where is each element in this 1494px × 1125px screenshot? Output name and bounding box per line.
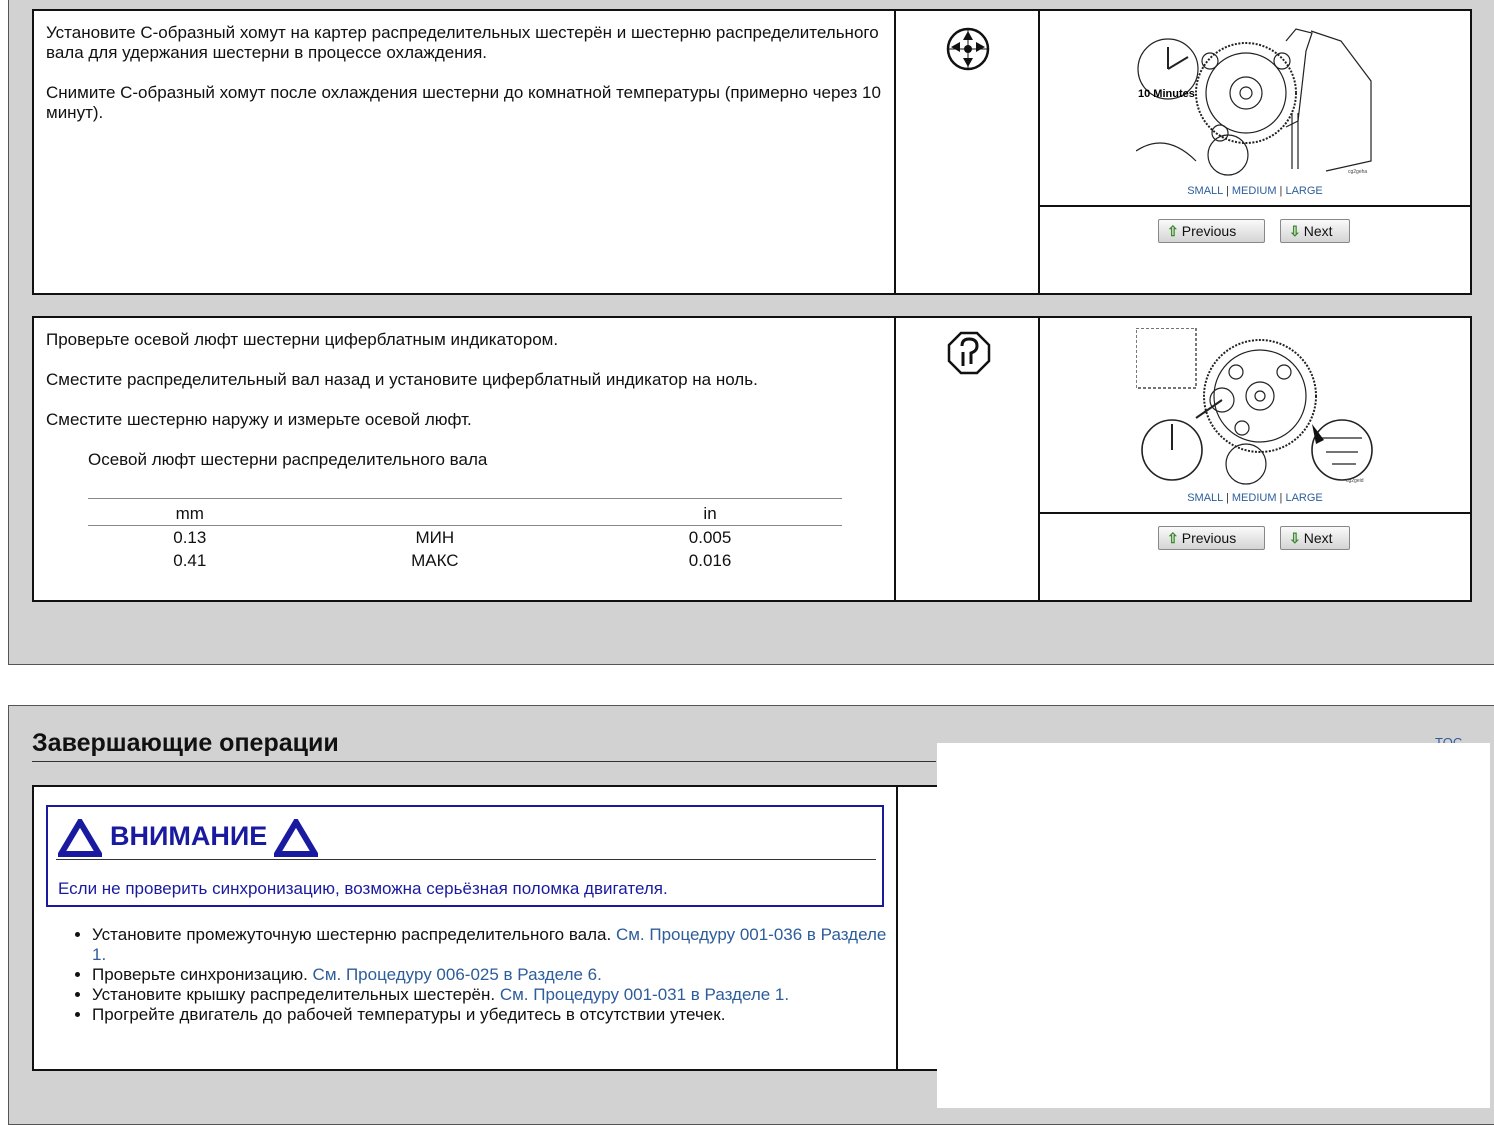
size-large-link[interactable]: LARGE [1285, 492, 1322, 504]
spec-header-blank [291, 498, 579, 526]
item-text: Установите крышку распределительных шест… [92, 985, 500, 1004]
procedure-link[interactable]: См. Процедуру 001-031 в Разделе 1. [500, 985, 789, 1004]
spec-cell: 0.016 [688, 551, 732, 570]
size-medium-link[interactable]: MEDIUM [1232, 492, 1277, 504]
step-icon-column [896, 318, 1040, 600]
procedure-step-1: Установите С-образный хомут на картер ра… [32, 9, 1472, 295]
size-medium-link[interactable]: MEDIUM [1232, 185, 1277, 197]
dial-indicator-illustration[interactable]: cg2geid [1136, 328, 1376, 486]
step-image-column: cg2geid SMALL | MEDIUM | LARGE ⇧ Previous… [1040, 318, 1470, 600]
separator: | [1225, 492, 1229, 504]
previous-button[interactable]: ⇧ Previous [1158, 526, 1265, 550]
gear-clamp-illustration[interactable]: 10 Minutes cg2geha [1136, 21, 1376, 179]
spec-title: Осевой люфт шестерни распределительного … [88, 450, 488, 469]
spec-cell: МИН [415, 528, 455, 547]
next-button[interactable]: ⇩ Next [1280, 219, 1350, 243]
list-item: Проверьте синхронизацию. См. Процедуру 0… [92, 965, 892, 985]
illustration-label: 10 Minutes [1138, 88, 1195, 100]
step-icon-column [896, 11, 1040, 293]
spec-header-in: in [578, 498, 842, 526]
size-small-link[interactable]: SMALL [1187, 185, 1223, 197]
step-text-column: Установите С-образный хомут на картер ра… [34, 11, 896, 293]
step-text-column: Проверьте осевой люфт шестерни циферблат… [34, 318, 896, 600]
step-instruction: Сместите шестерню наружу и измерьте осев… [46, 410, 472, 429]
spec-cell: 0.005 [688, 528, 732, 547]
step-instruction: Установите С-образный хомут на картер ра… [46, 23, 879, 62]
separator: | [1225, 185, 1229, 197]
previous-label: Previous [1181, 530, 1237, 546]
image-size-links: SMALL | MEDIUM | LARGE [1040, 492, 1470, 504]
parts-wheel-icon [946, 27, 990, 71]
blank-overlay [937, 743, 1490, 1108]
step-illustration-area: 10 Minutes cg2geha SMALL | MEDIUM | LARG… [1040, 11, 1470, 207]
spec-cell: МАКС [411, 551, 459, 570]
up-arrow-icon: ⇧ [1167, 223, 1179, 239]
warning-triangle-icon [58, 819, 102, 857]
step-instruction: Проверьте осевой люфт шестерни циферблат… [46, 330, 559, 349]
illustration-code: cg2geha [1348, 169, 1367, 175]
inspect-icon [947, 331, 991, 375]
illustration-code: cg2geid [1346, 478, 1364, 484]
finishing-step: ВНИМАНИЕ Если не проверить синхронизацию… [32, 785, 1032, 1071]
spec-cell: 0.41 [173, 551, 207, 570]
step-instruction: Сместите распределительный вал назад и у… [46, 370, 758, 389]
size-large-link[interactable]: LARGE [1285, 185, 1322, 197]
warning-header: ВНИМАНИЕ [56, 815, 876, 860]
previous-button[interactable]: ⇧ Previous [1158, 219, 1265, 243]
warning-box: ВНИМАНИЕ Если не проверить синхронизацию… [46, 805, 884, 907]
step-image-column: 10 Minutes cg2geha SMALL | MEDIUM | LARG… [1040, 11, 1470, 293]
spec-table: mm in 0.13 МИН 0.005 0.41 МАКС 0.016 [88, 498, 842, 572]
finishing-text-column: ВНИМАНИЕ Если не проверить синхронизацию… [34, 787, 898, 1069]
procedure-step-2: Проверьте осевой люфт шестерни циферблат… [32, 316, 1472, 602]
item-text: Проверьте синхронизацию. [92, 965, 313, 984]
spec-header-row: mm in [88, 498, 842, 526]
list-item: Прогрейте двигатель до рабочей температу… [92, 1005, 892, 1025]
separator: | [1279, 185, 1283, 197]
step-instruction: Снимите С-образный хомут после охлаждени… [46, 83, 881, 122]
step-nav-area: ⇧ Previous ⇩ Next [1040, 207, 1470, 293]
step-nav-area: ⇧ Previous ⇩ Next [1040, 514, 1470, 600]
list-item: Установите крышку распределительных шест… [92, 985, 892, 1005]
next-label: Next [1303, 223, 1333, 239]
list-item: Установите промежуточную шестерню распре… [92, 925, 892, 965]
warning-label: ВНИМАНИЕ [110, 821, 268, 851]
down-arrow-icon: ⇩ [1289, 530, 1301, 546]
step-illustration-area: cg2geid SMALL | MEDIUM | LARGE [1040, 318, 1470, 514]
next-label: Next [1303, 530, 1333, 546]
down-arrow-icon: ⇩ [1289, 223, 1301, 239]
previous-label: Previous [1181, 223, 1237, 239]
table-row: 0.13 МИН 0.005 [88, 526, 842, 550]
table-row: 0.41 МАКС 0.016 [88, 549, 842, 572]
spec-header-mm: mm [88, 498, 292, 526]
section-title: Завершающие операции [32, 729, 936, 762]
image-size-links: SMALL | MEDIUM | LARGE [1040, 185, 1470, 197]
spec-cell: 0.13 [173, 528, 207, 547]
procedure-link[interactable]: См. Процедуру 006-025 в Разделе 6. [313, 965, 602, 984]
operations-list: Установите промежуточную шестерню распре… [70, 925, 892, 1025]
separator: | [1279, 492, 1283, 504]
warning-text: Если не проверить синхронизацию, возможн… [58, 879, 668, 898]
up-arrow-icon: ⇧ [1167, 530, 1179, 546]
next-button[interactable]: ⇩ Next [1280, 526, 1350, 550]
item-text: Прогрейте двигатель до рабочей температу… [92, 1005, 726, 1024]
size-small-link[interactable]: SMALL [1187, 492, 1223, 504]
warning-triangle-icon [274, 819, 318, 857]
item-text: Установите промежуточную шестерню распре… [92, 925, 616, 944]
